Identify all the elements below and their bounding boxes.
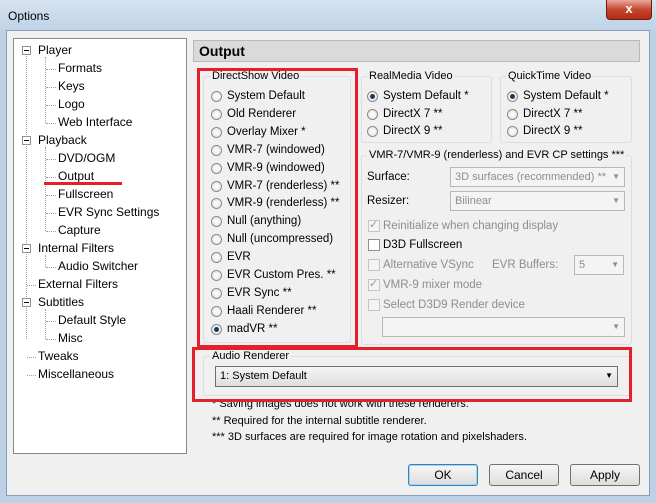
note-2: ** Required for the internal subtitle re…	[212, 415, 427, 427]
highlight-underline	[44, 182, 122, 185]
tree-line	[46, 123, 56, 124]
collapse-icon[interactable]	[22, 136, 31, 145]
apply-button[interactable]: Apply	[570, 464, 640, 486]
realmedia-radio[interactable]	[367, 91, 378, 102]
tree-item-subtitles[interactable]: Subtitles	[38, 294, 84, 310]
tree-line	[46, 177, 56, 178]
options-tree[interactable]: Player Formats Keys Logo Web Interface P…	[13, 38, 187, 454]
quicktime-option-label: DirectX 7 **	[523, 107, 583, 120]
group-label: RealMedia Video	[367, 70, 455, 83]
tree-line	[46, 87, 56, 88]
surface-select[interactable]: 3D surfaces (recommended) ** ▼	[450, 167, 625, 187]
quicktime-radio[interactable]	[507, 126, 518, 137]
select-d3d9-checkbox[interactable]	[368, 299, 380, 311]
d3d-fullscreen-checkbox[interactable]	[368, 239, 380, 251]
note-3: *** 3D surfaces are required for image r…	[212, 431, 527, 443]
resizer-select[interactable]: Bilinear ▼	[450, 191, 625, 211]
resizer-value: Bilinear	[455, 195, 492, 207]
evr-buffers-value: 5	[579, 259, 586, 271]
tree-item-external-filters[interactable]: External Filters	[38, 276, 118, 292]
quicktime-option-label: DirectX 9 **	[523, 125, 583, 137]
tree-line	[27, 375, 36, 376]
chevron-down-icon: ▼	[612, 322, 620, 331]
group-label: VMR-7/VMR-9 (renderless) and EVR CP sett…	[367, 149, 627, 162]
tree-line	[45, 57, 46, 123]
d3d9-device-select[interactable]: ▼	[382, 317, 625, 337]
alt-vsync-checkbox[interactable]	[368, 259, 380, 271]
alt-vsync-label: Alternative VSync	[383, 259, 474, 271]
tree-line	[46, 267, 56, 268]
tree-item-dvd-ogm[interactable]: DVD/OGM	[58, 150, 115, 166]
d3d-fullscreen-label: D3D Fullscreen	[383, 239, 463, 251]
tree-line	[46, 339, 56, 340]
tree-item-default-style[interactable]: Default Style	[58, 312, 126, 328]
tree-item-formats[interactable]: Formats	[58, 60, 102, 76]
tree-item-player[interactable]: Player	[38, 42, 72, 58]
tree-item-evr-sync[interactable]: EVR Sync Settings	[58, 204, 159, 220]
options-window: Options x Player Formats Keys Logo Web I…	[0, 0, 656, 503]
tree-item-capture[interactable]: Capture	[58, 222, 101, 238]
quicktime-radio[interactable]	[507, 91, 518, 102]
realmedia-option-label: DirectX 9 **	[383, 125, 443, 137]
collapse-icon[interactable]	[22, 244, 31, 253]
tree-line	[26, 51, 27, 339]
close-button[interactable]: x	[606, 0, 652, 20]
collapse-icon[interactable]	[22, 298, 31, 307]
tree-item-web-interface[interactable]: Web Interface	[58, 114, 132, 130]
tree-item-fullscreen[interactable]: Fullscreen	[58, 186, 113, 202]
tree-line	[46, 195, 56, 196]
cancel-button[interactable]: Cancel	[489, 464, 559, 486]
evr-buffers-select[interactable]: 5 ▼	[574, 255, 624, 275]
title-bar[interactable]: Options x	[0, 0, 656, 30]
tree-item-misc[interactable]: Misc	[58, 330, 83, 346]
tree-line	[45, 309, 46, 339]
surface-label: Surface:	[367, 171, 410, 183]
group-label: QuickTime Video	[506, 70, 594, 83]
tree-item-logo[interactable]: Logo	[58, 96, 85, 112]
chevron-down-icon: ▼	[612, 196, 620, 205]
window-title: Options	[8, 9, 50, 23]
surface-value: 3D surfaces (recommended) **	[455, 171, 607, 183]
tree-line	[46, 69, 56, 70]
vmr9-mixer-checkbox[interactable]	[368, 277, 380, 291]
highlight-box-audio	[192, 347, 632, 402]
realmedia-radio[interactable]	[367, 108, 378, 120]
reinit-checkbox[interactable]	[368, 218, 380, 232]
chevron-down-icon: ▼	[611, 260, 619, 269]
page-header: Output	[193, 40, 640, 62]
tree-item-tweaks[interactable]: Tweaks	[38, 348, 79, 364]
reinit-label: Reinitialize when changing display	[383, 220, 559, 232]
tree-line	[46, 159, 56, 160]
evr-buffers-label: EVR Buffers:	[492, 259, 559, 271]
tree-item-miscellaneous[interactable]: Miscellaneous	[38, 366, 114, 382]
tree-item-audio-switcher[interactable]: Audio Switcher	[58, 258, 138, 274]
highlight-box-directshow	[197, 68, 358, 348]
tree-item-keys[interactable]: Keys	[58, 78, 85, 94]
tree-line	[45, 255, 46, 267]
chevron-down-icon: ▼	[612, 172, 620, 181]
vmr9-mixer-label: VMR-9 mixer mode	[383, 279, 483, 291]
resizer-label: Resizer:	[367, 195, 410, 207]
tree-item-playback[interactable]: Playback	[38, 132, 87, 148]
realmedia-option-label: DirectX 7 **	[383, 107, 443, 120]
tree-line	[46, 231, 56, 232]
tree-line	[27, 357, 36, 358]
tree-line	[46, 105, 56, 106]
realmedia-radio[interactable]	[367, 126, 378, 137]
realmedia-option-label: System Default *	[383, 90, 469, 102]
tree-item-internal-filters[interactable]: Internal Filters	[38, 240, 114, 256]
quicktime-radio[interactable]	[507, 108, 518, 120]
ok-button[interactable]: OK	[408, 464, 478, 486]
collapse-icon[interactable]	[22, 46, 31, 55]
page-title: Output	[199, 43, 245, 59]
select-d3d9-label: Select D3D9 Render device	[383, 299, 525, 311]
tree-line	[27, 285, 36, 286]
tree-line	[46, 213, 56, 214]
quicktime-option-label: System Default *	[523, 90, 609, 102]
tree-line	[46, 321, 56, 322]
close-icon: x	[625, 1, 633, 16]
